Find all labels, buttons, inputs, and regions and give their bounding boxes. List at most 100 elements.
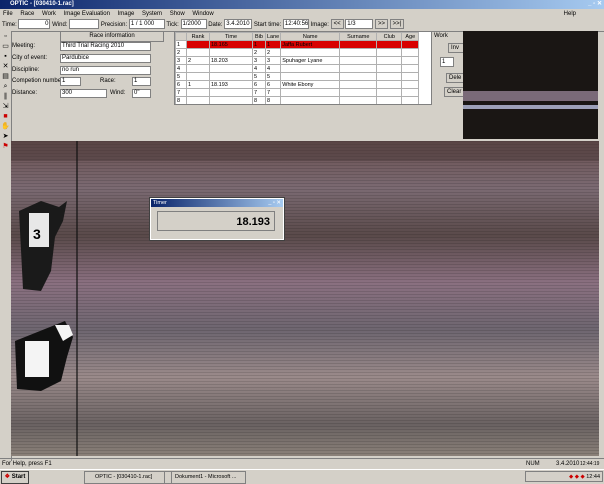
cell-time[interactable]: 18.193: [209, 80, 253, 89]
lines-icon[interactable]: ∥: [1, 92, 10, 101]
cell-name[interactable]: [280, 64, 341, 73]
table-row[interactable]: 3 2 18.203 3 3 Spuhager Lyane: [175, 56, 420, 65]
zoom-icon[interactable]: ⌕: [1, 82, 10, 91]
race-input[interactable]: 1: [132, 77, 151, 86]
window-controls[interactable]: _ ▫ ✕: [588, 0, 602, 9]
cell-name[interactable]: [280, 96, 341, 104]
timer-window[interactable]: Timer _ ▫ ✕ 18.193: [149, 197, 285, 241]
cell-time[interactable]: [209, 88, 253, 97]
image-thumbnail[interactable]: [463, 31, 598, 139]
menu-file[interactable]: File: [0, 9, 16, 19]
date-field[interactable]: 3.4.2010: [224, 19, 253, 30]
timer-window-controls[interactable]: _ ▫ ✕: [268, 199, 281, 207]
table-row[interactable]: 6 1 18.193 6 6 White Ebony: [175, 80, 420, 89]
col-age[interactable]: Age: [401, 32, 420, 41]
image-next-button[interactable]: >>: [374, 19, 388, 30]
menu-image-evaluation[interactable]: Image Evaluation: [61, 9, 113, 19]
print-icon[interactable]: ▤: [1, 72, 10, 81]
table-row[interactable]: 1 18.165 1 1 Jaffa Rubert: [175, 40, 420, 49]
menu-race[interactable]: Race: [17, 9, 37, 19]
table-row[interactable]: 444: [175, 64, 420, 73]
table-row[interactable]: 888: [175, 96, 420, 104]
cell-name[interactable]: White Ebony: [280, 80, 341, 89]
meeting-input[interactable]: Third Trial Racing 2010: [60, 42, 151, 51]
save-icon[interactable]: ▪: [1, 52, 10, 61]
cell-rank[interactable]: [186, 64, 210, 73]
cell-surname[interactable]: [339, 96, 378, 104]
cell-name[interactable]: Jaffa Rubert: [280, 40, 341, 49]
cell-bib[interactable]: 5: [252, 72, 266, 81]
new-icon[interactable]: ▫: [1, 32, 10, 41]
cell-lane[interactable]: 6: [264, 80, 282, 89]
start-button[interactable]: ❖ Start: [1, 471, 29, 484]
cell-club[interactable]: [376, 88, 403, 97]
image-prev-button[interactable]: <<: [330, 19, 344, 30]
cell-rank[interactable]: [186, 88, 210, 97]
image-counter[interactable]: 1/3: [345, 19, 374, 30]
pointer-icon[interactable]: ➤: [1, 132, 10, 141]
menu-window[interactable]: Window: [189, 9, 216, 19]
flag-icon[interactable]: ⚑: [1, 142, 10, 151]
menu-work[interactable]: Work: [39, 9, 59, 19]
taskbar-optic[interactable]: OPTIC - [030410-1.rac]: [84, 471, 172, 484]
cell-lane[interactable]: 4: [264, 64, 282, 73]
cell-lane[interactable]: 5: [264, 72, 282, 81]
cell-rank[interactable]: [186, 96, 210, 104]
menu-show[interactable]: Show: [167, 9, 188, 19]
menu-image[interactable]: Image: [115, 9, 138, 19]
cell-lane[interactable]: 8: [264, 96, 282, 104]
cell-surname[interactable]: [339, 64, 378, 73]
start-time-field[interactable]: 12:40:56: [282, 19, 309, 30]
cell-surname[interactable]: [339, 48, 378, 57]
cell-bib[interactable]: 1: [252, 40, 266, 49]
hand-icon[interactable]: ✋: [1, 122, 10, 131]
cursor-icon[interactable]: ⇲: [1, 102, 10, 111]
cell-time[interactable]: 18.203: [209, 56, 253, 65]
col-surname[interactable]: Surname: [339, 32, 378, 41]
cell-bib[interactable]: 4: [252, 64, 266, 73]
tray-icons[interactable]: ◆ ◆ ◆: [569, 474, 585, 480]
image-last-button[interactable]: >>|: [389, 19, 405, 30]
col-lane[interactable]: Lane: [264, 32, 282, 41]
cell-time[interactable]: 18.165: [209, 40, 253, 49]
distance-input[interactable]: 300: [60, 89, 107, 98]
work-spin[interactable]: 1: [440, 57, 454, 67]
cell-age[interactable]: [401, 96, 420, 104]
table-row[interactable]: 777: [175, 88, 420, 97]
col-bib[interactable]: Bib: [252, 32, 266, 41]
photo-finish-image[interactable]: 3: [11, 141, 599, 456]
col-time[interactable]: Time: [209, 32, 253, 41]
stop-icon[interactable]: ■: [1, 112, 10, 121]
cell-club[interactable]: [376, 96, 403, 104]
invert-button[interactable]: Inv: [448, 43, 464, 53]
cell-age[interactable]: [401, 40, 420, 49]
cell-rank[interactable]: [186, 48, 210, 57]
city-input[interactable]: Pardubice: [60, 54, 151, 63]
cell-rank[interactable]: 2: [186, 56, 210, 65]
cell-club[interactable]: [376, 56, 403, 65]
competition-input[interactable]: 1: [60, 77, 81, 86]
cell-club[interactable]: [376, 72, 403, 81]
cell-age[interactable]: [401, 48, 420, 57]
cell-name[interactable]: [280, 88, 341, 97]
cell-bib[interactable]: 6: [252, 80, 266, 89]
timer-title-bar[interactable]: Timer _ ▫ ✕: [151, 199, 283, 207]
cell-surname[interactable]: [339, 72, 378, 81]
cell-club[interactable]: [376, 48, 403, 57]
cell-surname[interactable]: [339, 80, 378, 89]
cell-time[interactable]: [209, 64, 253, 73]
wind-input[interactable]: 0": [132, 89, 151, 98]
cell-bib[interactable]: 3: [252, 56, 266, 65]
table-row[interactable]: 222: [175, 48, 420, 57]
tick-field[interactable]: 1/2000: [180, 19, 207, 30]
col-name[interactable]: Name: [280, 32, 341, 41]
wind-field[interactable]: [69, 19, 100, 30]
discipline-input[interactable]: no run: [60, 66, 151, 75]
cell-age[interactable]: [401, 64, 420, 73]
time-field[interactable]: 0: [18, 19, 51, 30]
cell-surname[interactable]: [339, 88, 378, 97]
cell-surname[interactable]: [339, 56, 378, 65]
cell-lane[interactable]: 7: [264, 88, 282, 97]
cell-club[interactable]: [376, 40, 403, 49]
cell-age[interactable]: [401, 88, 420, 97]
